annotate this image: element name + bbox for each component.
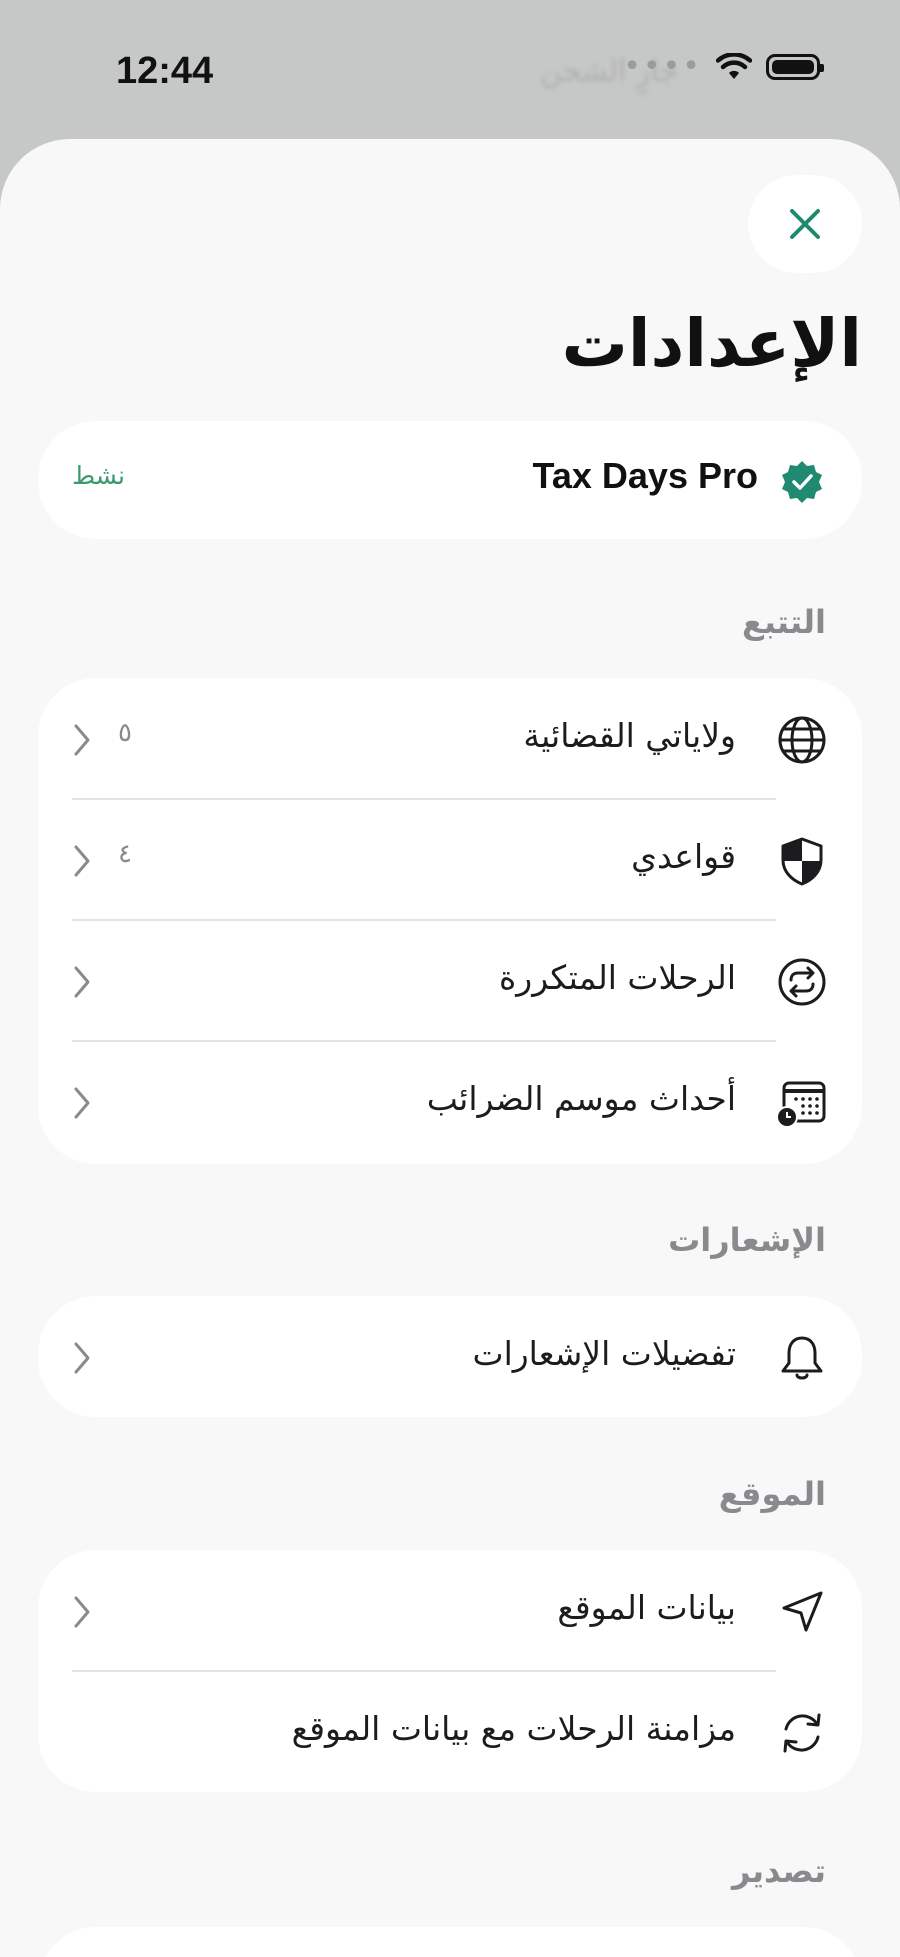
bell-icon: [781, 1336, 823, 1380]
export-card: [38, 1927, 862, 1957]
verified-badge-icon: [782, 461, 822, 503]
row-value: ٤: [118, 839, 132, 869]
row-label: قواعدي: [631, 837, 736, 876]
section-header-location: الموقع: [718, 1475, 826, 1513]
wifi-icon: [716, 53, 752, 79]
repeat-icon: [778, 958, 826, 1006]
row-label: ولاياتي القضائية: [523, 716, 736, 755]
chevron-left-icon: [74, 1596, 90, 1628]
status-icons: ••••: [623, 49, 824, 84]
subscription-status: نشط: [72, 461, 125, 490]
row-my-jurisdictions[interactable]: ولاياتي القضائية ٥: [38, 678, 862, 799]
row-label: مزامنة الرحلات مع بيانات الموقع: [291, 1709, 736, 1748]
row-notification-preferences[interactable]: تفضيلات الإشعارات: [38, 1296, 862, 1417]
row-my-rules[interactable]: قواعدي ٤: [38, 799, 862, 920]
row-label: تفضيلات الإشعارات: [472, 1334, 736, 1373]
page-title: الإعدادات: [561, 305, 862, 382]
section-header-export: تصدير: [732, 1852, 826, 1890]
row-sync-trips-location[interactable]: مزامنة الرحلات مع بيانات الموقع: [38, 1671, 862, 1792]
battery-icon: [766, 54, 824, 80]
chevron-left-icon: [74, 845, 90, 877]
sync-icon: [783, 1713, 821, 1753]
subscription-name: Tax Days Pro: [532, 455, 758, 496]
subscription-card[interactable]: Tax Days Pro نشط: [38, 421, 862, 539]
chevron-left-icon: [74, 966, 90, 998]
notifications-card: تفضيلات الإشعارات: [38, 1296, 862, 1417]
row-label: الرحلات المتكررة: [499, 958, 736, 997]
cellular-signal-icon: ••••: [623, 49, 702, 84]
settings-sheet: الإعدادات Tax Days Pro نشط التتبع ولايات…: [0, 139, 900, 1957]
section-header-notifications: الإشعارات: [668, 1221, 826, 1259]
section-header-tracking: التتبع: [741, 603, 826, 641]
row-value: ٥: [118, 718, 132, 748]
globe-icon: [778, 716, 826, 764]
tracking-card: ولاياتي القضائية ٥ قواعدي ٤ الرحلات المت…: [38, 678, 862, 1164]
chevron-left-icon: [74, 724, 90, 756]
row-tax-season-events[interactable]: أحداث موسم الضرائب: [38, 1041, 862, 1162]
chevron-left-icon: [74, 1342, 90, 1374]
calendar-clock-icon: [776, 1081, 826, 1128]
row-location-data[interactable]: بيانات الموقع: [38, 1550, 862, 1671]
status-time: 12:44: [116, 50, 214, 92]
location-arrow-icon: [782, 1591, 823, 1632]
row-recurring-trips[interactable]: الرحلات المتكررة: [38, 920, 862, 1041]
close-button[interactable]: [748, 175, 862, 273]
location-card: بيانات الموقع مزامنة الرحلات مع بيانات ا…: [38, 1550, 862, 1792]
chevron-left-icon: [74, 1087, 90, 1119]
row-label: أحداث موسم الضرائب: [426, 1079, 736, 1118]
status-bar: 12:44 جارٍ الشحن ••••: [0, 0, 900, 140]
close-icon: [790, 209, 820, 239]
shield-icon: [781, 837, 823, 886]
row-label: بيانات الموقع: [557, 1588, 736, 1627]
